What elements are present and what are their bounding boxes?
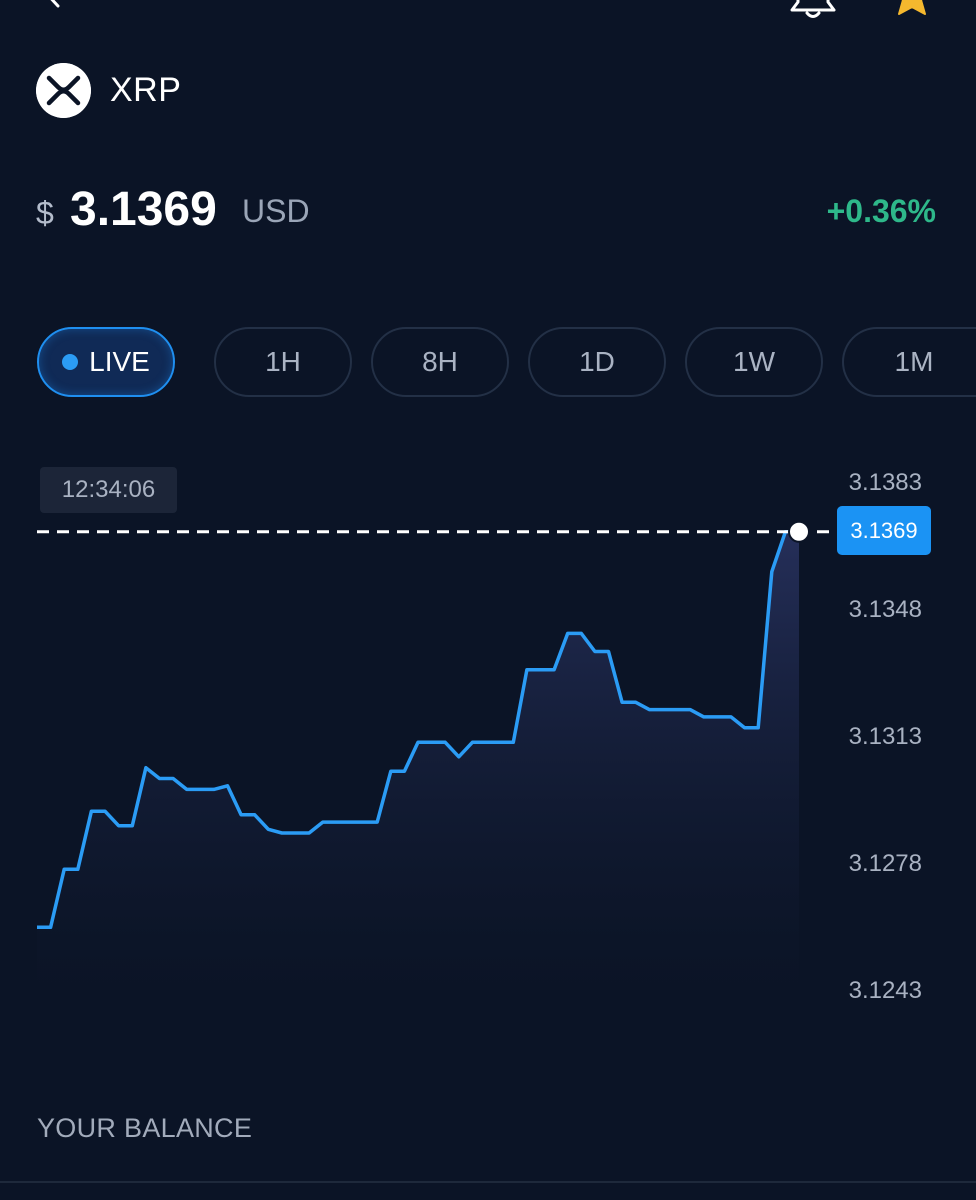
y-tick-label: 3.1278 [849,850,922,877]
favorite-star-icon[interactable] [892,0,932,16]
hover-time-badge: 12:34:06 [40,467,177,513]
top-bar [0,0,976,30]
y-tick-label: 3.1348 [849,596,922,623]
live-dot-icon [62,354,79,370]
tab-live-label: LIVE [89,346,150,377]
tab-1m[interactable]: 1M [842,327,976,397]
bell-icon[interactable] [790,0,836,20]
price-row: $ 3.1369 USD +0.36% [36,182,940,242]
currency-symbol: $ [36,195,54,231]
xrp-logo-icon [36,63,91,118]
currency-code: USD [242,193,310,229]
tab-8h-label: 8H [422,346,458,377]
tab-1d-label: 1D [579,346,615,377]
y-tick-label: 3.1243 [849,977,922,1004]
chart-area-fill [37,531,799,1000]
tab-1h[interactable]: 1H [214,327,352,397]
price-chart[interactable]: 3.1383 3.1348 3.1313 3.1278 3.1243 [0,440,976,1040]
tab-1w[interactable]: 1W [685,327,823,397]
price-change-percent: +0.36% [826,193,936,229]
tab-1h-label: 1H [265,346,301,377]
current-price: 3.1369 [70,183,217,236]
tab-live[interactable]: LIVE [37,327,175,397]
y-tick-label: 3.1383 [849,469,922,496]
current-price-marker [788,520,810,543]
back-arrow-icon[interactable] [38,0,68,8]
current-price-badge: 3.1369 [837,506,931,555]
timeframe-tabs: LIVE 1H 8H 1D 1W 1M [0,327,976,399]
coin-name: XRP [110,71,182,109]
tab-8h[interactable]: 8H [371,327,509,397]
balance-label: YOUR BALANCE [37,1113,253,1143]
tab-1d[interactable]: 1D [528,327,666,397]
divider [0,1181,976,1183]
y-tick-label: 3.1313 [849,723,922,750]
tab-1m-label: 1M [894,346,934,377]
tab-1w-label: 1W [733,346,775,377]
